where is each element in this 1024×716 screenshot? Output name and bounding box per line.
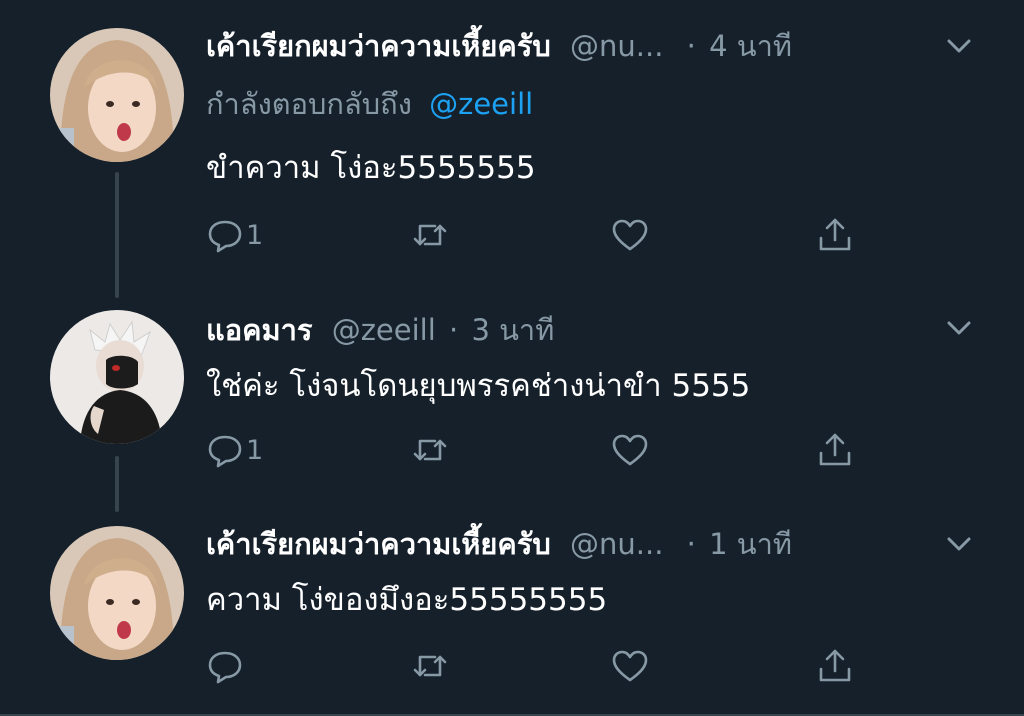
- like-button[interactable]: [611, 646, 649, 686]
- reply-button[interactable]: [206, 646, 246, 686]
- tweet-actions: 1: [206, 215, 906, 255]
- avatar[interactable]: [50, 310, 184, 444]
- reply-icon: [208, 220, 242, 253]
- tweet[interactable]: เค้าเรียกผมว่าความเหี้ยครับ @nu... · 4 น…: [0, 0, 1024, 298]
- tweet-text: ความ โง่ของมึงอะ55555555: [206, 582, 608, 618]
- timestamp[interactable]: 3 นาที: [471, 313, 554, 347]
- reply-icon: [208, 651, 242, 684]
- masked-character-avatar-icon: [50, 310, 184, 444]
- like-button[interactable]: [611, 215, 649, 255]
- retweet-icon: [413, 655, 447, 677]
- share-button[interactable]: [816, 430, 854, 470]
- replying-to: กำลังตอบกลับถึง @zeeill: [206, 84, 533, 124]
- woman-avatar-icon: [50, 526, 184, 660]
- reply-icon: [208, 435, 242, 468]
- share-icon: [819, 218, 851, 251]
- timestamp[interactable]: 4 นาที: [709, 29, 792, 63]
- like-button[interactable]: [611, 430, 649, 470]
- username-handle[interactable]: @nu...: [570, 527, 663, 561]
- chevron-down-icon: [947, 321, 971, 335]
- heart-icon: [612, 650, 648, 682]
- tweet-header: เค้าเรียกผมว่าความเหี้ยครับ @nu... · 1 น…: [206, 524, 1024, 564]
- tweet-actions: 1: [206, 430, 906, 470]
- retweet-icon: [413, 224, 447, 246]
- display-name[interactable]: เค้าเรียกผมว่าความเหี้ยครับ: [206, 527, 551, 561]
- share-button[interactable]: [816, 646, 854, 686]
- tweet-header: แอคมาร @zeeill · 3 นาที: [206, 310, 1024, 350]
- reply-mention-link[interactable]: @zeeill: [429, 87, 533, 121]
- tweet[interactable]: เค้าเรียกผมว่าความเหี้ยครับ @nu... · 1 น…: [0, 510, 1024, 716]
- heart-icon: [612, 434, 648, 466]
- separator-dot: ·: [449, 313, 459, 347]
- share-icon: [819, 433, 851, 466]
- avatar[interactable]: [50, 28, 184, 162]
- reply-button[interactable]: 1: [206, 215, 263, 255]
- display-name[interactable]: แอคมาร: [206, 313, 312, 347]
- retweet-button[interactable]: [411, 646, 449, 686]
- separator-dot: ·: [686, 527, 696, 561]
- timestamp[interactable]: 1 นาที: [709, 527, 792, 561]
- thread-connector-line: [115, 456, 119, 512]
- share-button[interactable]: [816, 215, 854, 255]
- tweet-text: ใช่ค่ะ โง่จนโดนยุบพรรคช่างน่าขำ 5555: [206, 368, 751, 404]
- reply-button[interactable]: 1: [206, 430, 263, 470]
- username-handle[interactable]: @zeeill: [332, 313, 436, 347]
- tweet[interactable]: แอคมาร @zeeill · 3 นาที ใช่ค่ะ โง่จนโดนย…: [0, 290, 1024, 512]
- retweet-icon: [413, 439, 447, 461]
- tweet-thread: เค้าเรียกผมว่าความเหี้ยครับ @nu... · 4 น…: [0, 0, 1024, 716]
- retweet-button[interactable]: [411, 215, 449, 255]
- tweet-header: เค้าเรียกผมว่าความเหี้ยครับ @nu... · 4 น…: [206, 26, 1024, 66]
- woman-avatar-icon: [50, 28, 184, 162]
- more-options-caret[interactable]: [942, 26, 976, 66]
- tweet-actions: [206, 646, 906, 686]
- reply-count: 1: [246, 434, 264, 466]
- avatar[interactable]: [50, 526, 184, 660]
- tweet-text: ขำความ โง่อะ5555555: [206, 150, 536, 186]
- heart-icon: [612, 219, 648, 251]
- separator-dot: ·: [686, 29, 696, 63]
- more-options-caret[interactable]: [942, 308, 976, 348]
- reply-count: 1: [246, 219, 264, 251]
- retweet-button[interactable]: [411, 430, 449, 470]
- thread-connector-line: [115, 172, 119, 298]
- chevron-down-icon: [947, 39, 971, 53]
- share-icon: [819, 649, 851, 682]
- display-name[interactable]: เค้าเรียกผมว่าความเหี้ยครับ: [206, 29, 551, 63]
- username-handle[interactable]: @nu...: [570, 29, 663, 63]
- more-options-caret[interactable]: [942, 524, 976, 564]
- replying-to-label: กำลังตอบกลับถึง: [206, 87, 412, 121]
- chevron-down-icon: [947, 537, 971, 551]
